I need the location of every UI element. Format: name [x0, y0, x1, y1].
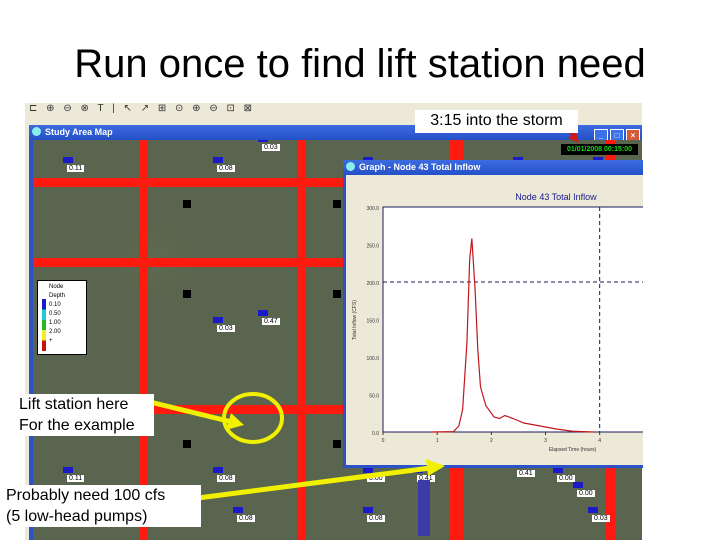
- map-window-icon: [32, 127, 41, 136]
- capacity-callout-line2: (5 low-head pumps): [6, 508, 148, 525]
- junction-node[interactable]: [258, 140, 268, 142]
- lift-callout-line1: Lift station here: [19, 396, 129, 413]
- x-axis-label: Elapsed Time (hours): [549, 447, 597, 453]
- junction-node[interactable]: [258, 310, 268, 316]
- time-callout: 3:15 into the storm: [415, 110, 578, 133]
- node-depth-label: 0.08: [217, 165, 235, 172]
- node-depth-label: 0.00: [367, 475, 385, 482]
- legend-level: 0.10: [49, 302, 61, 308]
- simulation-clock: 01/01/2008 00:15:00: [561, 144, 638, 155]
- node-depth-label: 0.03: [592, 515, 610, 522]
- subcatchment-marker[interactable]: [183, 440, 191, 448]
- graph-window: Graph - Node 43 Total Inflow Node 43 Tot…: [343, 160, 643, 468]
- road: [297, 140, 306, 540]
- legend-title: Node: [49, 284, 64, 290]
- x-tick-label: 1: [436, 438, 439, 444]
- subcatchment-marker[interactable]: [183, 290, 191, 298]
- lift-station-callout: Lift station here For the example: [15, 394, 154, 436]
- graph-titlebar[interactable]: Graph - Node 43 Total Inflow: [343, 160, 643, 175]
- node-depth-label: 0.00: [577, 490, 595, 497]
- y-tick-label: 0.0: [372, 431, 379, 437]
- node-depth-label: 0.00: [557, 475, 575, 482]
- graph-window-icon: [346, 162, 355, 171]
- x-tick-label: 4: [598, 438, 601, 444]
- capacity-callout: Probably need 100 cfs (5 low-head pumps): [2, 485, 201, 527]
- legend-level: +: [49, 338, 53, 344]
- junction-node[interactable]: [63, 157, 73, 163]
- road: [139, 140, 148, 540]
- x-tick-label: 0: [382, 438, 385, 444]
- y-tick-label: 100.0: [366, 356, 379, 362]
- y-tick-label: 150.0: [366, 319, 379, 325]
- junction-node[interactable]: [588, 507, 598, 513]
- node-depth-label: 0.08: [217, 475, 235, 482]
- node-depth-label: 0.03: [262, 144, 280, 151]
- node-depth-label: 0.11: [67, 475, 85, 482]
- junction-node[interactable]: [233, 507, 243, 513]
- junction-node[interactable]: [213, 317, 223, 323]
- junction-node[interactable]: [573, 482, 583, 488]
- node-depth-label: 0.41: [517, 470, 535, 477]
- graph-body: Node 43 Total Inflow 0.0 50.0 100.0 150.0 200…: [346, 175, 643, 465]
- node-depth-label: 0.47: [262, 318, 280, 325]
- x-tick-label: 2: [490, 438, 493, 444]
- subcatchment-marker[interactable]: [333, 440, 341, 448]
- capacity-callout-line1: Probably need 100 cfs: [6, 487, 166, 504]
- node-depth-legend: Node Depth 0.10 0.50 1.00 2.00 +: [37, 280, 87, 355]
- y-axis-label: Total Inflow (CFS): [352, 300, 358, 340]
- plot-area: [382, 206, 643, 433]
- node-depth-label: 0.08: [237, 515, 255, 522]
- map-title: Study Area Map: [45, 127, 113, 137]
- slide-title: Run once to find lift station need: [74, 42, 646, 86]
- node-depth-label: 0.03: [217, 325, 235, 332]
- lift-callout-line2: For the example: [19, 417, 135, 434]
- y-tick-label: 200.0: [366, 281, 379, 287]
- selected-link-highlight: [418, 480, 430, 536]
- legend-level: 2.00: [49, 329, 61, 335]
- subcatchment-marker[interactable]: [183, 200, 191, 208]
- chart-title: Node 43 Total Inflow: [515, 192, 597, 202]
- junction-node[interactable]: [213, 157, 223, 163]
- junction-node[interactable]: [213, 467, 223, 473]
- y-tick-label: 250.0: [366, 244, 379, 250]
- subcatchment-marker[interactable]: [333, 290, 341, 298]
- legend-level: 1.00: [49, 320, 61, 326]
- inflow-chart: Node 43 Total Inflow 0.0 50.0 100.0 150.0 200…: [352, 192, 643, 453]
- junction-node[interactable]: [63, 467, 73, 473]
- node-depth-label: 0.11: [67, 165, 85, 172]
- subcatchment-marker[interactable]: [333, 200, 341, 208]
- legend-color-bar: [42, 299, 46, 351]
- legend-level: 0.50: [49, 311, 61, 317]
- node-depth-label: 0.08: [367, 515, 385, 522]
- junction-node[interactable]: [363, 507, 373, 513]
- x-tick-label: 3: [544, 438, 547, 444]
- y-tick-label: 300.0: [366, 206, 379, 212]
- legend-subtitle: Depth: [49, 293, 66, 299]
- y-tick-label: 50.0: [369, 394, 379, 400]
- graph-title: Graph - Node 43 Total Inflow: [359, 162, 481, 172]
